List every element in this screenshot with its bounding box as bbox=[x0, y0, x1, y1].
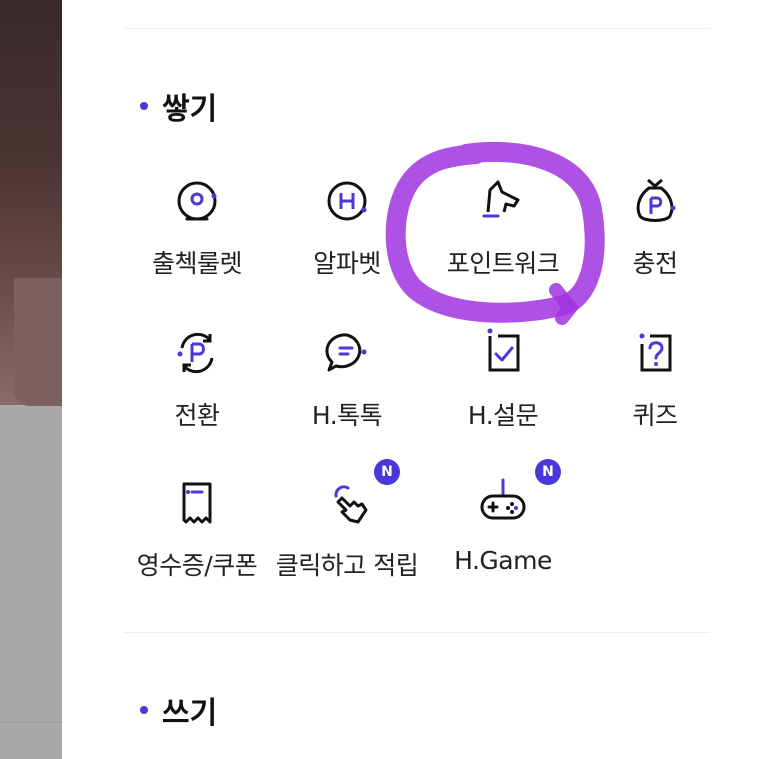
bullet-dot bbox=[140, 102, 148, 110]
background-card-edge bbox=[14, 278, 62, 406]
new-badge: N bbox=[535, 459, 561, 485]
tile-exchange[interactable]: 전환 bbox=[122, 326, 272, 446]
tile-roulette[interactable]: 출첵룰렛 bbox=[122, 174, 272, 294]
tile-receipt[interactable]: 영수증/쿠폰 bbox=[122, 476, 272, 596]
tile-click-earn[interactable]: 클릭하고 적립 bbox=[272, 476, 422, 596]
top-divider bbox=[124, 28, 710, 29]
tile-hsurvey[interactable]: H.설문 bbox=[428, 326, 578, 446]
bullet-dot bbox=[140, 706, 148, 714]
tile-quiz[interactable]: 퀴즈 bbox=[580, 326, 730, 446]
survey-check-icon bbox=[487, 328, 520, 372]
chat-bubble-icon bbox=[325, 333, 367, 372]
tile-pointwalk[interactable]: 포인트워크 bbox=[428, 174, 578, 294]
tile-label: 퀴즈 bbox=[632, 401, 678, 430]
tile-htoktok[interactable]: H.톡톡 bbox=[272, 326, 422, 446]
alphabet-h-icon bbox=[327, 181, 367, 221]
gamepad-icon bbox=[480, 478, 526, 520]
tile-charge[interactable]: 충전 bbox=[580, 174, 730, 294]
section-divider bbox=[124, 632, 710, 633]
roulette-icon bbox=[177, 181, 217, 221]
tile-alphabet[interactable]: 알파벳 bbox=[272, 174, 422, 294]
section-title-text: 쌓기 bbox=[162, 92, 218, 127]
point-exchange-icon bbox=[177, 332, 214, 374]
click-hand-icon bbox=[334, 485, 368, 524]
tile-hgame[interactable]: H.Game bbox=[428, 476, 578, 596]
section-title-text: 쓰기 bbox=[162, 696, 218, 731]
new-badge: N bbox=[374, 459, 400, 485]
background-divider bbox=[0, 722, 62, 723]
section-title-spend: 쓰기 bbox=[140, 688, 217, 732]
tile-label: H.Game bbox=[454, 546, 552, 575]
quiz-icon bbox=[639, 333, 672, 372]
dog-walk-icon bbox=[482, 180, 520, 218]
receipt-icon bbox=[182, 482, 212, 524]
section-title-earn: 쌓기 bbox=[140, 84, 217, 128]
tile-label: 충전 bbox=[632, 249, 678, 278]
money-bag-icon bbox=[636, 178, 676, 222]
